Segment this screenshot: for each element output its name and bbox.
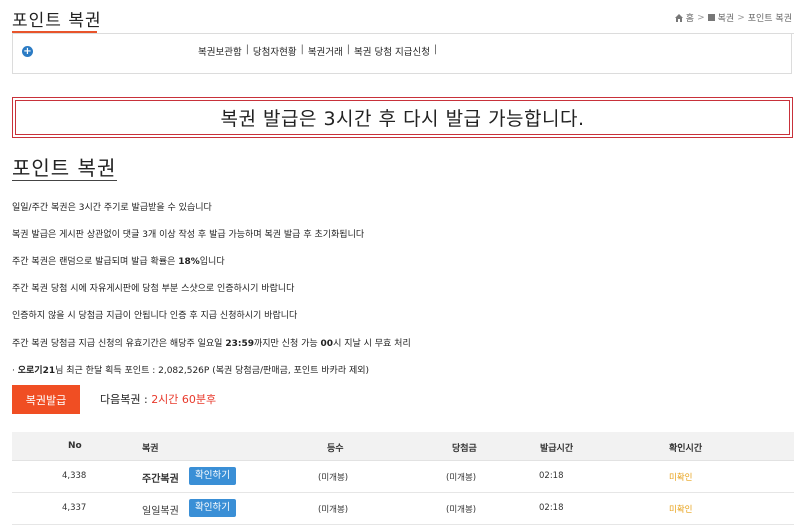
row-prize: (미개봉) — [446, 505, 477, 515]
next-lottery-label: 다음복권 : 2시간 60분후 — [100, 391, 216, 407]
info-text: 시 지날 시 무효 처리 — [333, 339, 411, 349]
breadcrumb-separator: > — [697, 12, 705, 23]
info-line-screenshot: 주간 복권 당첨 시에 자유게시판에 당첨 부분 스샷으로 인증하시기 바랍니다 — [12, 284, 295, 294]
deadline-hour: 00 — [320, 339, 334, 349]
info-line-probability: 주간 복권은 랜덤으로 발급되며 발급 확률은 18%입니다 — [12, 254, 225, 267]
row-issued-time: 02:18 — [539, 503, 564, 513]
section-underline — [12, 180, 117, 181]
breadcrumb-separator: > — [737, 12, 745, 23]
column-header-no: No — [68, 441, 82, 451]
row-confirmed-status: 미확인 — [669, 473, 693, 483]
nav-link-trade[interactable]: 복권거래 — [308, 44, 343, 58]
breadcrumb-section[interactable]: 복권 — [718, 11, 735, 24]
nav-separator: | — [300, 44, 304, 55]
section-title: 포인트 복권 — [12, 156, 117, 180]
table-row: 4,337 일일복권 확인하기 (미개봉) (미개봉) 02:18 미확인 — [12, 493, 794, 525]
home-icon[interactable] — [674, 13, 683, 22]
nav-separator: | — [433, 44, 438, 55]
row-lottery-type: 일일복권 — [142, 506, 179, 517]
nav-link-winners[interactable]: 당첨자현황 — [253, 44, 297, 58]
username: 오로기21 — [17, 366, 56, 376]
sub-nav-links: 복권보관함 | 당첨자현황 | 복권거래 | 복권 당첨 지급신청 | — [198, 44, 441, 58]
column-header-lottery: 복권 — [142, 444, 159, 454]
confirm-button[interactable]: 확인하기 — [189, 467, 236, 485]
page-title: 포인트 복권 — [12, 11, 102, 31]
info-line-cycle: 일일/주간 복권은 3시간 주기로 발급받을 수 있습니다 — [12, 203, 212, 213]
deadline-time: 23:59 — [225, 339, 254, 349]
alert-message: 복권 발급은 3시간 후 다시 발급 가능합니다. — [15, 100, 790, 135]
row-rank: (미개봉) — [318, 473, 349, 483]
issue-lottery-button[interactable]: 복권발급 — [12, 385, 80, 414]
row-lottery-type: 주간복권 — [142, 474, 179, 485]
user-points-text: 님 최근 한달 획득 포인트 : 2,082,526P (복권 당첨금/판매금,… — [55, 366, 370, 376]
row-rank: (미개봉) — [318, 505, 349, 515]
probability-value: 18% — [178, 257, 200, 267]
breadcrumb-home[interactable]: 홈 — [686, 11, 694, 24]
info-line-user-points: · 오로기21님 최근 한달 획득 포인트 : 2,082,526P (복권 당… — [12, 363, 369, 376]
info-text: 까지만 신청 가능 — [253, 339, 321, 349]
menu-icon — [707, 14, 715, 21]
nav-separator: | — [346, 44, 350, 55]
info-line-comment-rule: 복권 발급은 게시판 상관없이 댓글 3개 이상 작성 후 발급 가능하며 복권… — [12, 230, 365, 240]
table-header: No 복권 등수 당첨금 발급시간 확인시간 — [12, 432, 794, 461]
column-header-rank: 등수 — [327, 444, 344, 454]
row-issued-time: 02:18 — [539, 471, 564, 481]
column-header-issued-time: 발급시간 — [540, 444, 574, 454]
nav-link-lottery-box[interactable]: 복권보관함 — [198, 44, 242, 58]
nav-separator: | — [245, 44, 249, 55]
column-header-prize: 당첨금 — [452, 444, 477, 454]
column-header-confirmed-time: 확인시간 — [669, 444, 703, 454]
row-no: 4,337 — [62, 503, 87, 513]
row-confirmed-status: 미확인 — [669, 505, 693, 515]
info-text: 주간 복권 당첨금 지급 신청의 유효기간은 해당주 일요일 — [12, 339, 226, 349]
breadcrumb: 홈 > 복권 > 포인트 복권 — [674, 11, 792, 24]
info-text: 주간 복권은 랜덤으로 발급되며 발급 확률은 — [12, 257, 179, 267]
next-lottery-text: 다음복권 : — [100, 393, 152, 406]
nav-link-payout-request[interactable]: 복권 당첨 지급신청 — [354, 44, 430, 58]
info-line-verify: 인증하지 않을 시 당첨금 지급이 안됩니다 인증 후 지급 신청하시기 바랍니… — [12, 311, 298, 321]
sub-nav-box: + 복권보관함 | 당첨자현황 | 복권거래 | 복권 당첨 지급신청 | — [12, 34, 792, 74]
row-no: 4,338 — [62, 471, 87, 481]
info-line-deadline: 주간 복권 당첨금 지급 신청의 유효기간은 해당주 일요일 23:59까지만 … — [12, 336, 411, 349]
plus-circle-icon[interactable]: + — [22, 46, 33, 57]
breadcrumb-current: 포인트 복권 — [747, 14, 792, 24]
confirm-button[interactable]: 확인하기 — [189, 499, 236, 517]
next-lottery-time: 2시간 60분후 — [151, 393, 217, 406]
table-row: 4,338 주간복권 확인하기 (미개봉) (미개봉) 02:18 미확인 — [12, 461, 794, 493]
row-prize: (미개봉) — [446, 473, 477, 483]
info-text: 입니다 — [199, 257, 225, 267]
alert-box: 복권 발급은 3시간 후 다시 발급 가능합니다. — [12, 97, 793, 138]
